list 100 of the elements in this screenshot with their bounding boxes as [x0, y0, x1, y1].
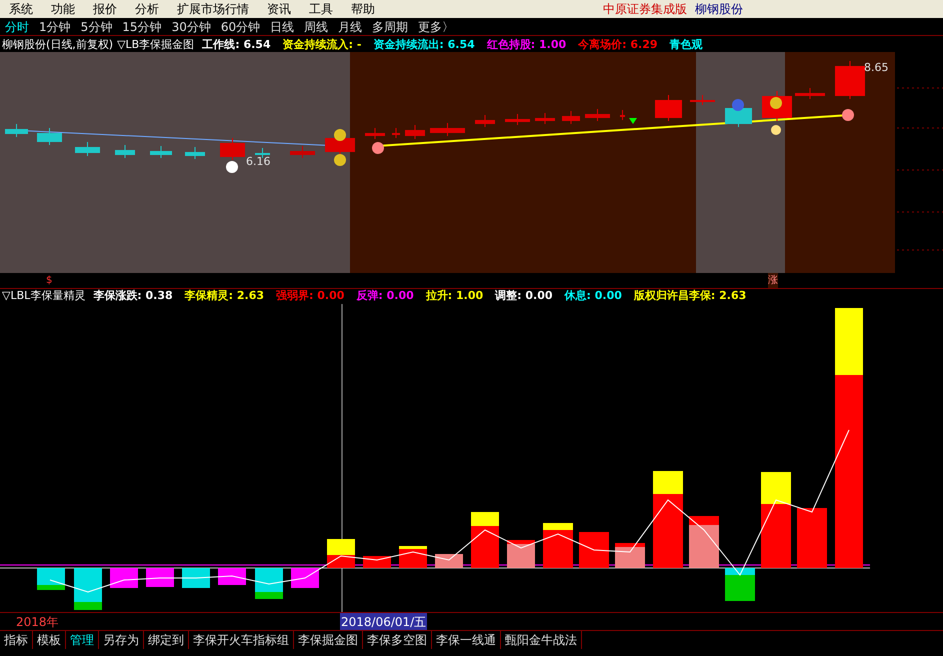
period-tab[interactable]: 60分钟 — [216, 18, 266, 36]
period-tab[interactable]: 1分钟 — [34, 18, 76, 36]
volume-bar — [291, 568, 319, 588]
indicator-readout: 版权归许昌李保: 2.63 — [634, 289, 746, 304]
candlestick — [835, 60, 865, 100]
indicator-tab[interactable]: 李保开火车指标组 — [189, 630, 294, 648]
indicator-tab[interactable]: 甄阳金牛战法 — [501, 630, 582, 648]
period-tab[interactable]: 30分钟 — [166, 18, 216, 36]
candlestick — [690, 94, 715, 106]
indicator-readout: 李保精灵: 2.63 — [184, 289, 264, 304]
candlestick — [220, 138, 245, 160]
volume-bar — [725, 568, 755, 601]
candlestick — [620, 110, 625, 120]
price-label: 8.65 — [864, 61, 888, 74]
volume-bar — [327, 539, 355, 568]
menu-item[interactable]: 系统 — [0, 0, 42, 18]
menu-item[interactable]: 工具 — [300, 0, 342, 18]
candlestick — [290, 146, 315, 158]
period-tab[interactable]: 日线 — [265, 18, 300, 36]
indicator-tab[interactable]: 另存为 — [99, 630, 144, 648]
volume-bar — [110, 568, 138, 588]
volume-bar — [435, 554, 463, 568]
indicator-name[interactable]: ▽LB李保掘金图 — [117, 38, 194, 52]
menu-item[interactable]: 扩展市场行情 — [168, 0, 258, 18]
volume-bar — [255, 568, 283, 599]
indicator-name[interactable]: ▽LBL李保量精灵 — [2, 289, 86, 304]
cursor-date: 2018/06/01/五 — [340, 612, 428, 630]
candlestick — [150, 146, 172, 158]
candlestick — [75, 142, 100, 156]
stock-title: 柳钢股份 — [695, 1, 743, 18]
candlestick — [37, 128, 62, 146]
indicator-tab[interactable]: 指标 — [0, 630, 33, 648]
volume-bar — [615, 543, 645, 568]
menu-item[interactable]: 帮助 — [342, 0, 384, 18]
candlestick — [430, 122, 465, 136]
down-arrow-icon — [629, 118, 637, 124]
indicator-readout: 工作线: 6.54 — [202, 38, 271, 52]
ball-icon — [372, 142, 384, 154]
volume-bar — [543, 523, 573, 568]
volume-bar — [218, 568, 246, 585]
volume-bar — [37, 568, 65, 590]
signal-dot-icon — [771, 125, 781, 135]
volume-bar — [74, 568, 102, 610]
candlestick — [505, 114, 530, 126]
volume-bar — [689, 516, 719, 568]
volume-bar — [579, 532, 609, 568]
volume-bar — [507, 540, 535, 568]
chart-title: 柳钢股份(日线,前复权) — [2, 38, 114, 52]
volume-bar — [363, 556, 391, 568]
period-tab[interactable]: 月线 — [333, 18, 368, 36]
indicator-readout: 资金持续流入: - — [282, 38, 362, 52]
candlestick — [392, 128, 400, 138]
indicator-tab[interactable]: 李保多空图 — [363, 630, 432, 648]
period-tab[interactable]: 多周期 — [367, 18, 414, 36]
candlestick — [535, 112, 555, 124]
candlestick — [185, 146, 205, 160]
indicator-tab[interactable]: 李保掘金图 — [294, 630, 363, 648]
volume-bar — [146, 568, 174, 587]
candlestick — [795, 88, 825, 100]
candlestick — [405, 124, 425, 140]
candlestick — [5, 124, 28, 138]
candlestick — [655, 94, 682, 122]
indicator-readout: 资金持续流出: 6.54 — [373, 38, 475, 52]
broker-title: 中原证券集成版 — [603, 1, 687, 18]
menu-item[interactable]: 功能 — [42, 0, 84, 18]
menu-item[interactable]: 分析 — [126, 0, 168, 18]
candlestick — [475, 114, 495, 128]
period-tab[interactable]: 更多〉 — [413, 18, 460, 36]
indicator-readout: 李保涨跌: 0.38 — [93, 289, 173, 304]
year-label: 2018年 — [16, 614, 60, 630]
volume-bar — [471, 512, 499, 568]
period-tab[interactable]: 周线 — [299, 18, 334, 36]
indicator-readout: 反弹: 0.00 — [356, 289, 414, 304]
period-tab[interactable]: 分时 — [0, 18, 34, 36]
menu-item[interactable]: 资讯 — [258, 0, 300, 18]
indicator-readout: 休息: 0.00 — [564, 289, 622, 304]
candlestick — [585, 108, 610, 122]
ball-icon — [842, 109, 854, 121]
period-tab[interactable]: 15分钟 — [117, 18, 167, 36]
signal-marker: 涨 — [768, 273, 778, 288]
candlestick — [255, 148, 270, 158]
volume-bar — [182, 568, 210, 588]
signal-marker: $ — [46, 274, 52, 288]
volume-bar — [797, 508, 827, 568]
menu-item[interactable]: 报价 — [84, 0, 126, 18]
indicator-readout: 拉升: 1.00 — [426, 289, 484, 304]
indicator-tab[interactable]: 管理 — [66, 630, 99, 648]
period-tab[interactable]: 5分钟 — [76, 18, 118, 36]
indicator-readout: 今离场价: 6.29 — [578, 38, 658, 52]
candlestick — [115, 144, 135, 158]
candlestick — [365, 128, 385, 140]
indicator-readout: 红色持股: 1.00 — [486, 38, 566, 52]
indicator-readout: 青色观 — [670, 38, 703, 52]
volume-bar — [399, 546, 427, 568]
candlestick — [562, 110, 580, 124]
price-label: 6.16 — [246, 155, 270, 168]
indicator-readout: 强弱界: 0.00 — [276, 289, 344, 304]
indicator-tab[interactable]: 模板 — [33, 630, 66, 648]
indicator-tab[interactable]: 李保一线通 — [432, 630, 501, 648]
indicator-tab[interactable]: 绑定到 — [144, 630, 189, 648]
